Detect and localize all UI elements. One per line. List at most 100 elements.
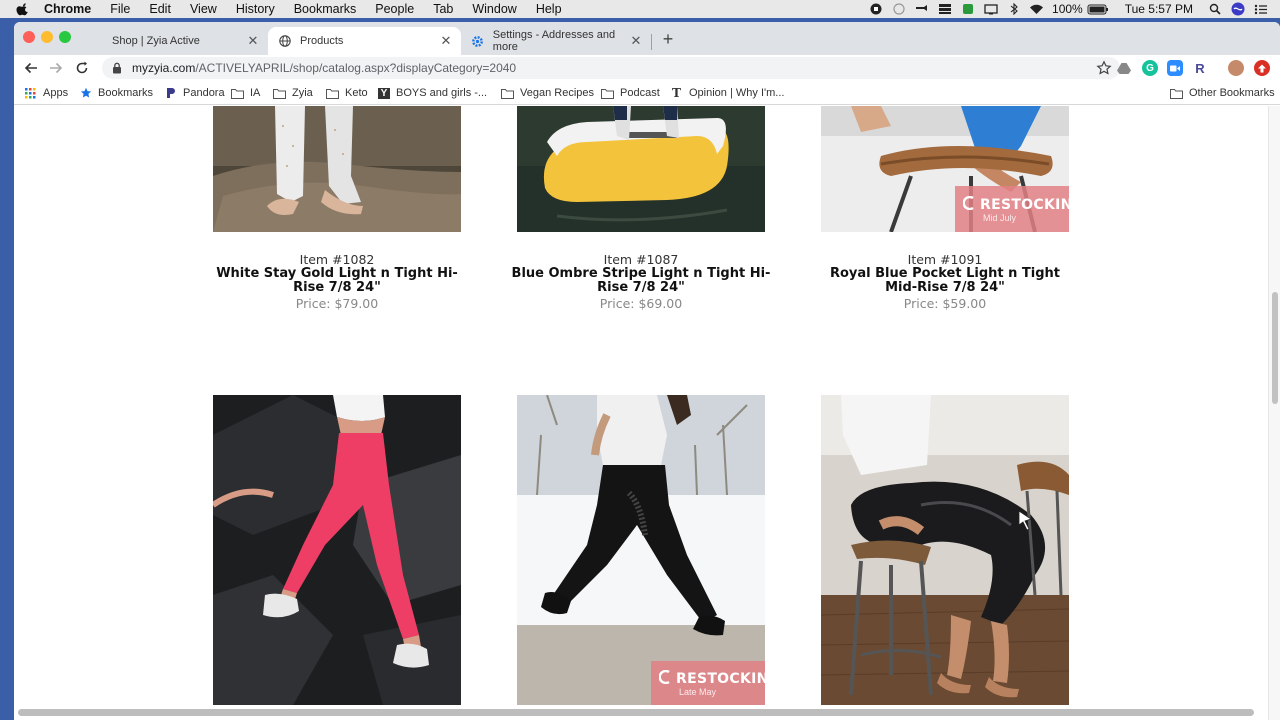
vertical-scrollbar[interactable] [1268, 106, 1280, 720]
close-tab-icon[interactable]: ✕ [439, 33, 453, 48]
restock-arc-icon [962, 195, 975, 214]
menu-app-name[interactable]: Chrome [44, 2, 91, 16]
browser-toolbar: myzyia.com/ACTIVELYAPRIL/shop/catalog.as… [14, 55, 1280, 81]
restocking-badge: RESTOCKING Late May [651, 661, 765, 705]
product-image-royal-blue-pocket[interactable]: RESTOCKING Mid July [821, 106, 1069, 232]
bookmark-other-bookmarks[interactable]: Other Bookmarks [1170, 86, 1275, 100]
menu-bookmarks[interactable]: Bookmarks [294, 2, 357, 16]
bookmark-pandora[interactable]: Pandora [164, 86, 225, 100]
bookmark-opinion[interactable]: T Opinion | Why I'm... [670, 86, 784, 100]
bookmark-folder-zyia[interactable]: Zyia [273, 86, 313, 100]
chrome-window: Shop | Zyia Active ✕ Products ✕ Settings… [14, 22, 1280, 720]
bookmark-boys-and-girls[interactable]: Y BOYS and girls -... [378, 86, 487, 100]
battery-icon[interactable] [1087, 3, 1109, 15]
bookmark-label: BOYS and girls -... [396, 87, 488, 99]
yahoo-icon: Y [378, 87, 390, 99]
window-minimize-button[interactable] [41, 31, 53, 43]
lock-icon[interactable] [112, 62, 122, 74]
vertical-scrollbar-thumb[interactable] [1272, 292, 1278, 404]
product-name[interactable]: Royal Blue Pocket Light n Tight Mid-Rise… [815, 267, 1075, 295]
product-price: Price: $59.00 [903, 296, 987, 311]
globe-icon [278, 34, 292, 48]
folder-icon [231, 88, 244, 99]
bookmark-apps[interactable]: Apps [24, 86, 68, 100]
pandora-icon [164, 88, 177, 99]
product-image-black-shine-legging[interactable] [821, 395, 1069, 705]
bookmarks-bar: Apps Bookmarks Pandora IA Zyia Keto Y BOY… [14, 81, 1280, 105]
close-tab-icon[interactable]: ✕ [629, 33, 643, 48]
bookmark-bookmarks[interactable]: Bookmarks [79, 86, 153, 100]
stack-icon[interactable] [937, 3, 952, 15]
bookmark-label: Bookmarks [98, 87, 154, 99]
menu-history[interactable]: History [236, 2, 275, 16]
google-drive-extension-icon[interactable] [1116, 60, 1132, 76]
record-icon[interactable] [868, 3, 883, 15]
bluetooth-icon[interactable] [1006, 3, 1021, 15]
menu-tab[interactable]: Tab [433, 2, 453, 16]
tab-shop-zyia[interactable]: Shop | Zyia Active ✕ [80, 27, 268, 55]
grammarly-extension-icon[interactable]: G [1142, 60, 1158, 76]
item-number: Item #1091 [907, 252, 983, 267]
folder-icon [273, 88, 286, 99]
profile-avatar[interactable] [1228, 60, 1244, 76]
tab-title: Shop | Zyia Active [112, 35, 200, 47]
product-image-blue-ombre-stripe[interactable] [517, 106, 765, 232]
tab-settings[interactable]: Settings - Addresses and more ✕ [461, 27, 651, 55]
bookmark-label: Keto [345, 87, 368, 99]
update-arrow-icon[interactable] [1254, 60, 1270, 76]
display-icon[interactable] [983, 3, 998, 15]
bookmark-label: Podcast [620, 87, 660, 99]
product-image-pink-legging[interactable] [213, 395, 461, 705]
product-name[interactable]: White Stay Gold Light n Tight Hi-Rise 7/… [207, 267, 467, 295]
video-extension-icon[interactable]: R [1192, 60, 1208, 76]
menu-file[interactable]: File [110, 2, 130, 16]
horizontal-scrollbar[interactable] [14, 706, 1268, 718]
window-close-button[interactable] [23, 31, 35, 43]
back-button[interactable] [22, 59, 40, 77]
bookmark-folder-keto[interactable]: Keto [326, 86, 368, 100]
star-icon [79, 87, 92, 99]
product-name[interactable]: Blue Ombre Stripe Light n Tight Hi-Rise … [511, 267, 771, 295]
tab-title: Products [300, 35, 344, 47]
item-number: Item #1082 [299, 252, 375, 267]
bookmark-folder-podcast[interactable]: Podcast [601, 86, 660, 100]
url-host: myzyia.com [132, 61, 196, 75]
wifi-icon[interactable] [1029, 3, 1044, 15]
grammarly-menu-icon[interactable] [960, 3, 975, 15]
close-tab-icon[interactable]: ✕ [246, 33, 260, 48]
reload-button[interactable] [73, 59, 91, 77]
bookmark-star-icon[interactable] [1096, 60, 1112, 76]
menu-view[interactable]: View [190, 2, 217, 16]
product-image-white-stay-gold[interactable] [213, 106, 461, 232]
siri-icon[interactable] [1230, 2, 1245, 16]
spotlight-search-icon[interactable] [1207, 3, 1222, 15]
window-zoom-button[interactable] [59, 31, 71, 43]
apple-logo-icon[interactable] [16, 2, 30, 16]
airplay-menu-icon[interactable] [914, 3, 929, 15]
product-image-black-mesh-legging[interactable]: RESTOCKING Late May [517, 395, 765, 705]
battery-percent: 100% [1052, 2, 1083, 16]
menu-people[interactable]: People [375, 2, 414, 16]
menu-help[interactable]: Help [536, 2, 562, 16]
notification-center-icon[interactable] [1253, 3, 1268, 15]
bookmark-folder-vegan-recipes[interactable]: Vegan Recipes [501, 86, 594, 100]
menu-edit[interactable]: Edit [149, 2, 171, 16]
address-bar[interactable]: myzyia.com/ACTIVELYAPRIL/shop/catalog.as… [102, 57, 1120, 79]
tab-products[interactable]: Products ✕ [268, 27, 461, 55]
new-tab-button[interactable]: + [659, 29, 677, 49]
product-card-1087[interactable]: Item #1087 Blue Ombre Stripe Light n Tig… [511, 252, 771, 311]
nyt-icon: T [672, 86, 681, 100]
menu-clock[interactable]: Tue 5:57 PM [1125, 2, 1193, 16]
forward-button[interactable] [47, 59, 65, 77]
zoom-extension-icon[interactable] [1167, 60, 1183, 76]
screen-time-icon[interactable] [891, 3, 906, 15]
product-card-1091[interactable]: Item #1091 Royal Blue Pocket Light n Tig… [815, 252, 1075, 311]
product-card-1082[interactable]: Item #1082 White Stay Gold Light n Tight… [207, 252, 467, 311]
bookmark-folder-ia[interactable]: IA [231, 86, 260, 100]
product-price: Price: $69.00 [599, 296, 683, 311]
menu-window[interactable]: Window [472, 2, 516, 16]
restock-title: RESTOCKING [980, 196, 1069, 213]
folder-icon [501, 88, 514, 99]
folder-icon [326, 88, 339, 99]
horizontal-scrollbar-thumb[interactable] [18, 709, 1254, 716]
